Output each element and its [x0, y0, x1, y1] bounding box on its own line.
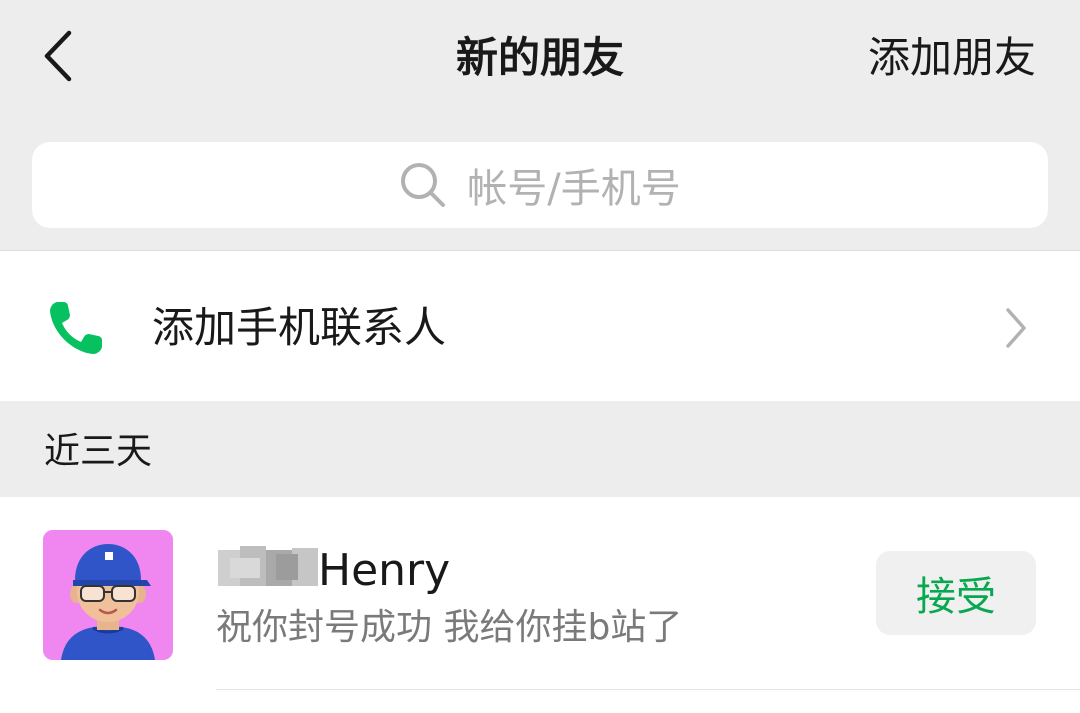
- search-content: 帐号/手机号: [399, 156, 681, 214]
- row-divider: [216, 689, 1080, 690]
- request-name: Henry: [318, 545, 451, 596]
- search-placeholder: 帐号/手机号: [467, 166, 681, 212]
- redacted-name-blur: [218, 546, 318, 586]
- new-friends-screen: 新的朋友 添加朋友 帐号/手机号 添加手机联系人 近三天 Henry 祝你封号成…: [0, 0, 1080, 713]
- chevron-left-icon: [44, 30, 72, 82]
- request-message: 祝你封号成功 我给你挂b站了: [216, 607, 683, 648]
- navigation-bar: 新的朋友 添加朋友: [0, 0, 1080, 118]
- phone-icon: [50, 302, 102, 354]
- search-icon: [401, 163, 446, 207]
- search-input[interactable]: 帐号/手机号: [32, 142, 1048, 228]
- avatar[interactable]: [43, 530, 173, 660]
- add-friend-button[interactable]: 添加朋友: [868, 30, 1036, 86]
- avatar-image: [43, 530, 173, 660]
- back-button[interactable]: [30, 24, 86, 88]
- add-phone-contacts-label: 添加手机联系人: [152, 303, 447, 352]
- accept-button[interactable]: 接受: [876, 551, 1036, 635]
- chevron-right-icon: [1006, 308, 1026, 348]
- section-header-recent: 近三天: [44, 431, 153, 472]
